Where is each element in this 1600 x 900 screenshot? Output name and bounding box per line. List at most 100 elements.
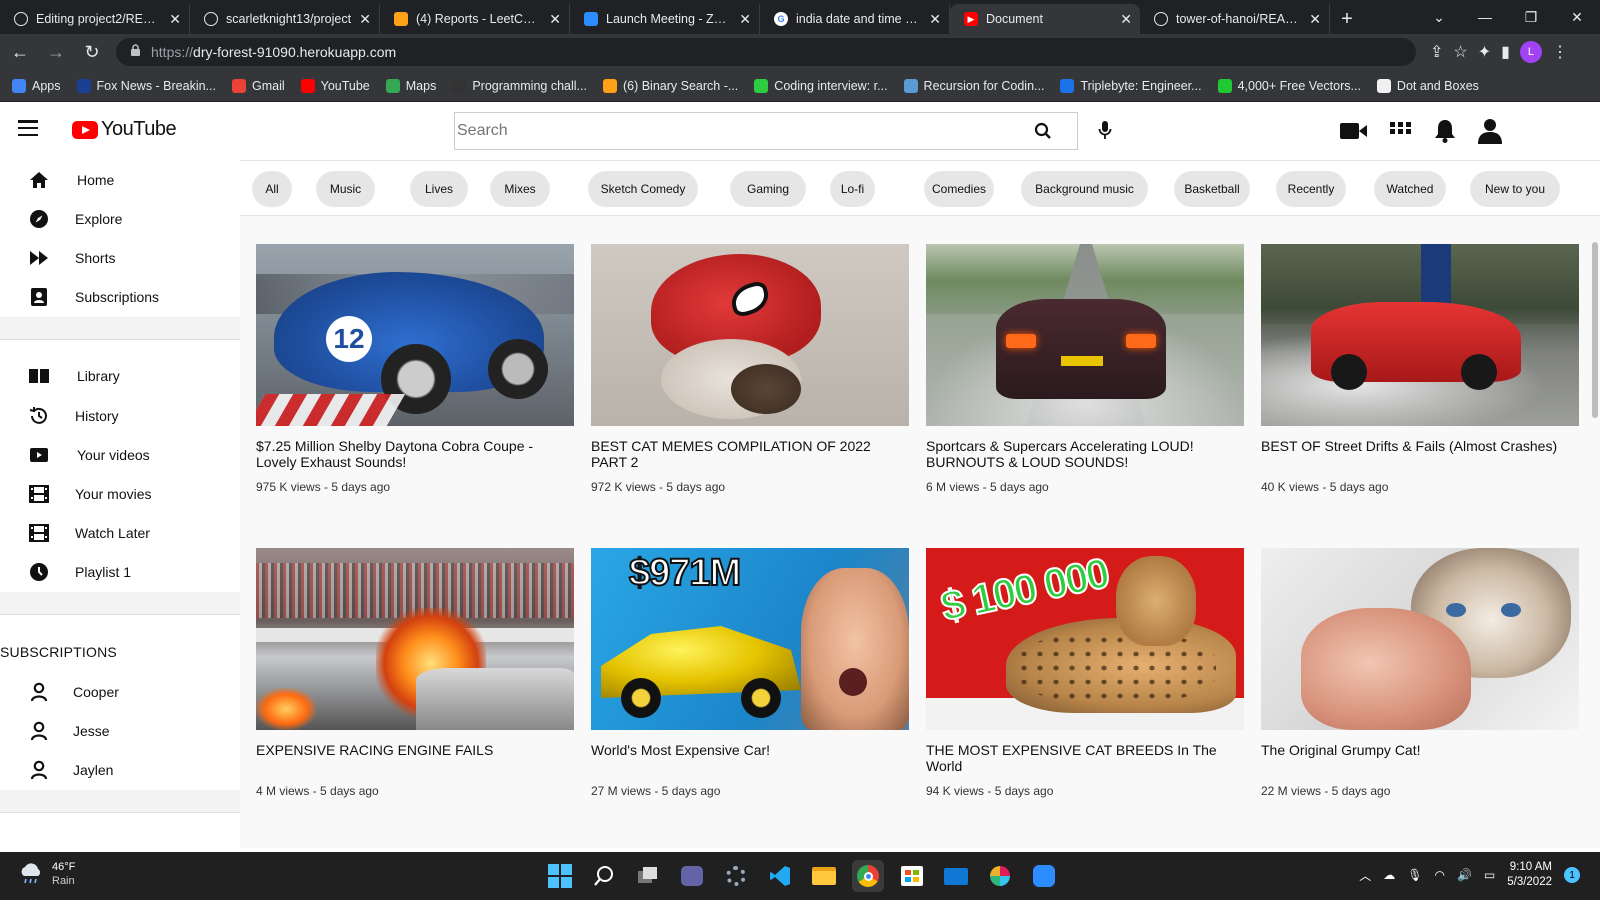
video-card[interactable]: 12 $7.25 Million Shelby Daytona Cobra Cou…	[256, 244, 574, 494]
video-card[interactable]: $971M World's Most Expensive Car! 27 M vie…	[591, 548, 909, 798]
video-card[interactable]: EXPENSIVE RACING ENGINE FAILS 4 M views -…	[256, 548, 574, 798]
back-button[interactable]: ←	[4, 36, 36, 68]
notification-badge[interactable]: 1	[1564, 867, 1580, 883]
bookmark-leetcode[interactable]: (6) Binary Search -...	[602, 78, 738, 93]
bookmark-maps[interactable]: Maps	[385, 78, 436, 93]
bookmark-foxnews[interactable]: Fox News - Breakin...	[76, 78, 216, 93]
chip-new-to-you[interactable]: New to you	[1470, 171, 1560, 207]
chip-lo-fi[interactable]: Lo-fi	[830, 171, 875, 207]
mail-icon[interactable]	[940, 860, 972, 892]
close-icon[interactable]: ✕	[739, 11, 751, 28]
side-panel-icon[interactable]: ▮	[1501, 42, 1510, 62]
microphone-icon[interactable]	[1098, 120, 1112, 145]
microsoft-store-icon[interactable]	[896, 860, 928, 892]
url-bar[interactable]: https://dry-forest-91090.herokuapp.com	[116, 38, 1416, 66]
sidebar-item-history[interactable]: History	[0, 398, 240, 434]
video-thumbnail[interactable]	[591, 244, 909, 426]
extensions-icon[interactable]: ✦	[1478, 42, 1491, 62]
chip-lives[interactable]: Lives	[410, 171, 468, 207]
reload-button[interactable]: ↻	[76, 36, 108, 68]
chip-watched[interactable]: Watched	[1374, 171, 1446, 207]
video-card[interactable]: $ 100 000 THE MOST EXPENSIVE CAT BREEDS I…	[926, 548, 1244, 798]
video-thumbnail[interactable]	[1261, 244, 1579, 426]
profile-avatar[interactable]: L	[1519, 41, 1542, 63]
sidebar-item-watch-later[interactable]: Watch Later	[0, 515, 240, 551]
video-thumbnail[interactable]: $971M	[591, 548, 909, 730]
start-button[interactable]	[544, 860, 576, 892]
tab-github-editing[interactable]: Editing project2/README ✕	[0, 4, 190, 34]
chip-music[interactable]: Music	[316, 171, 375, 207]
battery-icon[interactable]: ▭	[1484, 868, 1495, 882]
video-title[interactable]: BEST OF Street Drifts & Fails (Almost Cr…	[1261, 438, 1579, 472]
menu-icon[interactable]	[18, 120, 38, 136]
video-title[interactable]: EXPENSIVE RACING ENGINE FAILS	[256, 742, 574, 776]
wifi-icon[interactable]: ◠	[1434, 868, 1444, 882]
scrollbar-thumb[interactable]	[1592, 242, 1598, 418]
file-explorer-icon[interactable]	[808, 860, 840, 892]
close-icon[interactable]: ✕	[1309, 11, 1321, 28]
onedrive-icon[interactable]: ☁	[1383, 868, 1395, 882]
chip-basketball[interactable]: Basketball	[1174, 171, 1250, 207]
chip-gaming[interactable]: Gaming	[730, 171, 806, 207]
account-avatar-icon[interactable]	[1478, 118, 1502, 144]
bookmark-coding[interactable]: Coding interview: r...	[754, 78, 888, 93]
new-tab-button[interactable]: +	[1330, 4, 1364, 34]
settings-gear-icon[interactable]	[720, 860, 752, 892]
bookmark-gmail[interactable]: Gmail	[231, 78, 285, 93]
close-icon[interactable]: ✕	[1120, 11, 1132, 28]
sidebar-item-shorts[interactable]: Shorts	[0, 240, 240, 276]
bookmark-youtube[interactable]: YouTube	[300, 78, 370, 93]
video-title[interactable]: The Original Grumpy Cat!	[1261, 742, 1579, 776]
clock[interactable]: 9:10 AM 5/3/2022	[1507, 860, 1552, 890]
microphone-icon[interactable]: 🎙	[1407, 868, 1422, 882]
chip-recently[interactable]: Recently	[1276, 171, 1346, 207]
video-title[interactable]: THE MOST EXPENSIVE CAT BREEDS In The Wor…	[926, 742, 1244, 776]
sidebar-item-jesse[interactable]: Jesse	[0, 713, 240, 749]
video-thumbnail[interactable]: $ 100 000	[926, 548, 1244, 730]
video-title[interactable]: World's Most Expensive Car!	[591, 742, 909, 776]
sidebar-item-cooper[interactable]: Cooper	[0, 674, 240, 710]
chevron-up-icon[interactable]: ︿	[1359, 867, 1371, 884]
tab-github-project[interactable]: scarletknight13/project ✕	[190, 4, 380, 34]
minimize-button[interactable]: —	[1462, 0, 1508, 34]
lock-icon[interactable]	[130, 44, 141, 60]
video-thumbnail[interactable]	[256, 548, 574, 730]
maximize-button[interactable]: ❐	[1508, 0, 1554, 34]
sidebar-item-library[interactable]: Library	[0, 358, 240, 394]
sidebar-item-your-movies[interactable]: Your movies	[0, 476, 240, 512]
sidebar-item-your-videos[interactable]: Your videos	[0, 437, 240, 473]
bookmark-triplebyte[interactable]: Triplebyte: Engineer...	[1060, 78, 1202, 93]
chip-all[interactable]: All	[252, 171, 292, 207]
video-card[interactable]: Sportcars & Supercars Accelerating LOUD!…	[926, 244, 1244, 494]
video-title[interactable]: BEST CAT MEMES COMPILATION OF 2022 PART …	[591, 438, 909, 472]
sidebar-item-jaylen[interactable]: Jaylen	[0, 752, 240, 788]
weather-widget[interactable]: 46°F Rain	[18, 860, 75, 888]
notifications-bell-icon[interactable]	[1434, 119, 1456, 143]
tab-leetcode[interactable]: (4) Reports - LeetCode ✕	[380, 4, 570, 34]
tab-zoom[interactable]: Launch Meeting - Zoom ✕	[570, 4, 760, 34]
video-card[interactable]: The Original Grumpy Cat! 22 M views - 5 d…	[1261, 548, 1579, 798]
chip-sketch-comedy[interactable]: Sketch Comedy	[588, 171, 698, 207]
chip-mixes[interactable]: Mixes	[490, 171, 550, 207]
chip-background-music[interactable]: Background music	[1021, 171, 1148, 207]
bookmark-px[interactable]: 4,000+ Free Vectors...	[1217, 78, 1361, 93]
video-title[interactable]: Sportcars & Supercars Accelerating LOUD!…	[926, 438, 1244, 472]
teams-chat-icon[interactable]	[676, 860, 708, 892]
volume-icon[interactable]: 🔊	[1457, 868, 1472, 882]
close-icon[interactable]: ✕	[929, 11, 941, 28]
close-icon[interactable]: ✕	[549, 11, 561, 28]
sidebar-item-subscriptions[interactable]: Subscriptions	[0, 279, 240, 315]
share-icon[interactable]: ⇪	[1430, 42, 1443, 62]
vscode-icon[interactable]	[764, 860, 796, 892]
video-thumbnail[interactable]	[926, 244, 1244, 426]
chrome-icon[interactable]	[852, 860, 884, 892]
taskbar-search-icon[interactable]	[588, 860, 620, 892]
video-thumbnail[interactable]: 12	[256, 244, 574, 426]
task-view-icon[interactable]	[632, 860, 664, 892]
tab-document[interactable]: ▶ Document ✕	[950, 4, 1140, 34]
sidebar-item-explore[interactable]: Explore	[0, 201, 240, 237]
bookmark-apps-grid[interactable]: Apps	[12, 78, 61, 93]
close-icon[interactable]: ✕	[359, 11, 371, 28]
video-title[interactable]: $7.25 Million Shelby Daytona Cobra Coupe…	[256, 438, 574, 472]
search-button[interactable]	[1008, 112, 1078, 150]
